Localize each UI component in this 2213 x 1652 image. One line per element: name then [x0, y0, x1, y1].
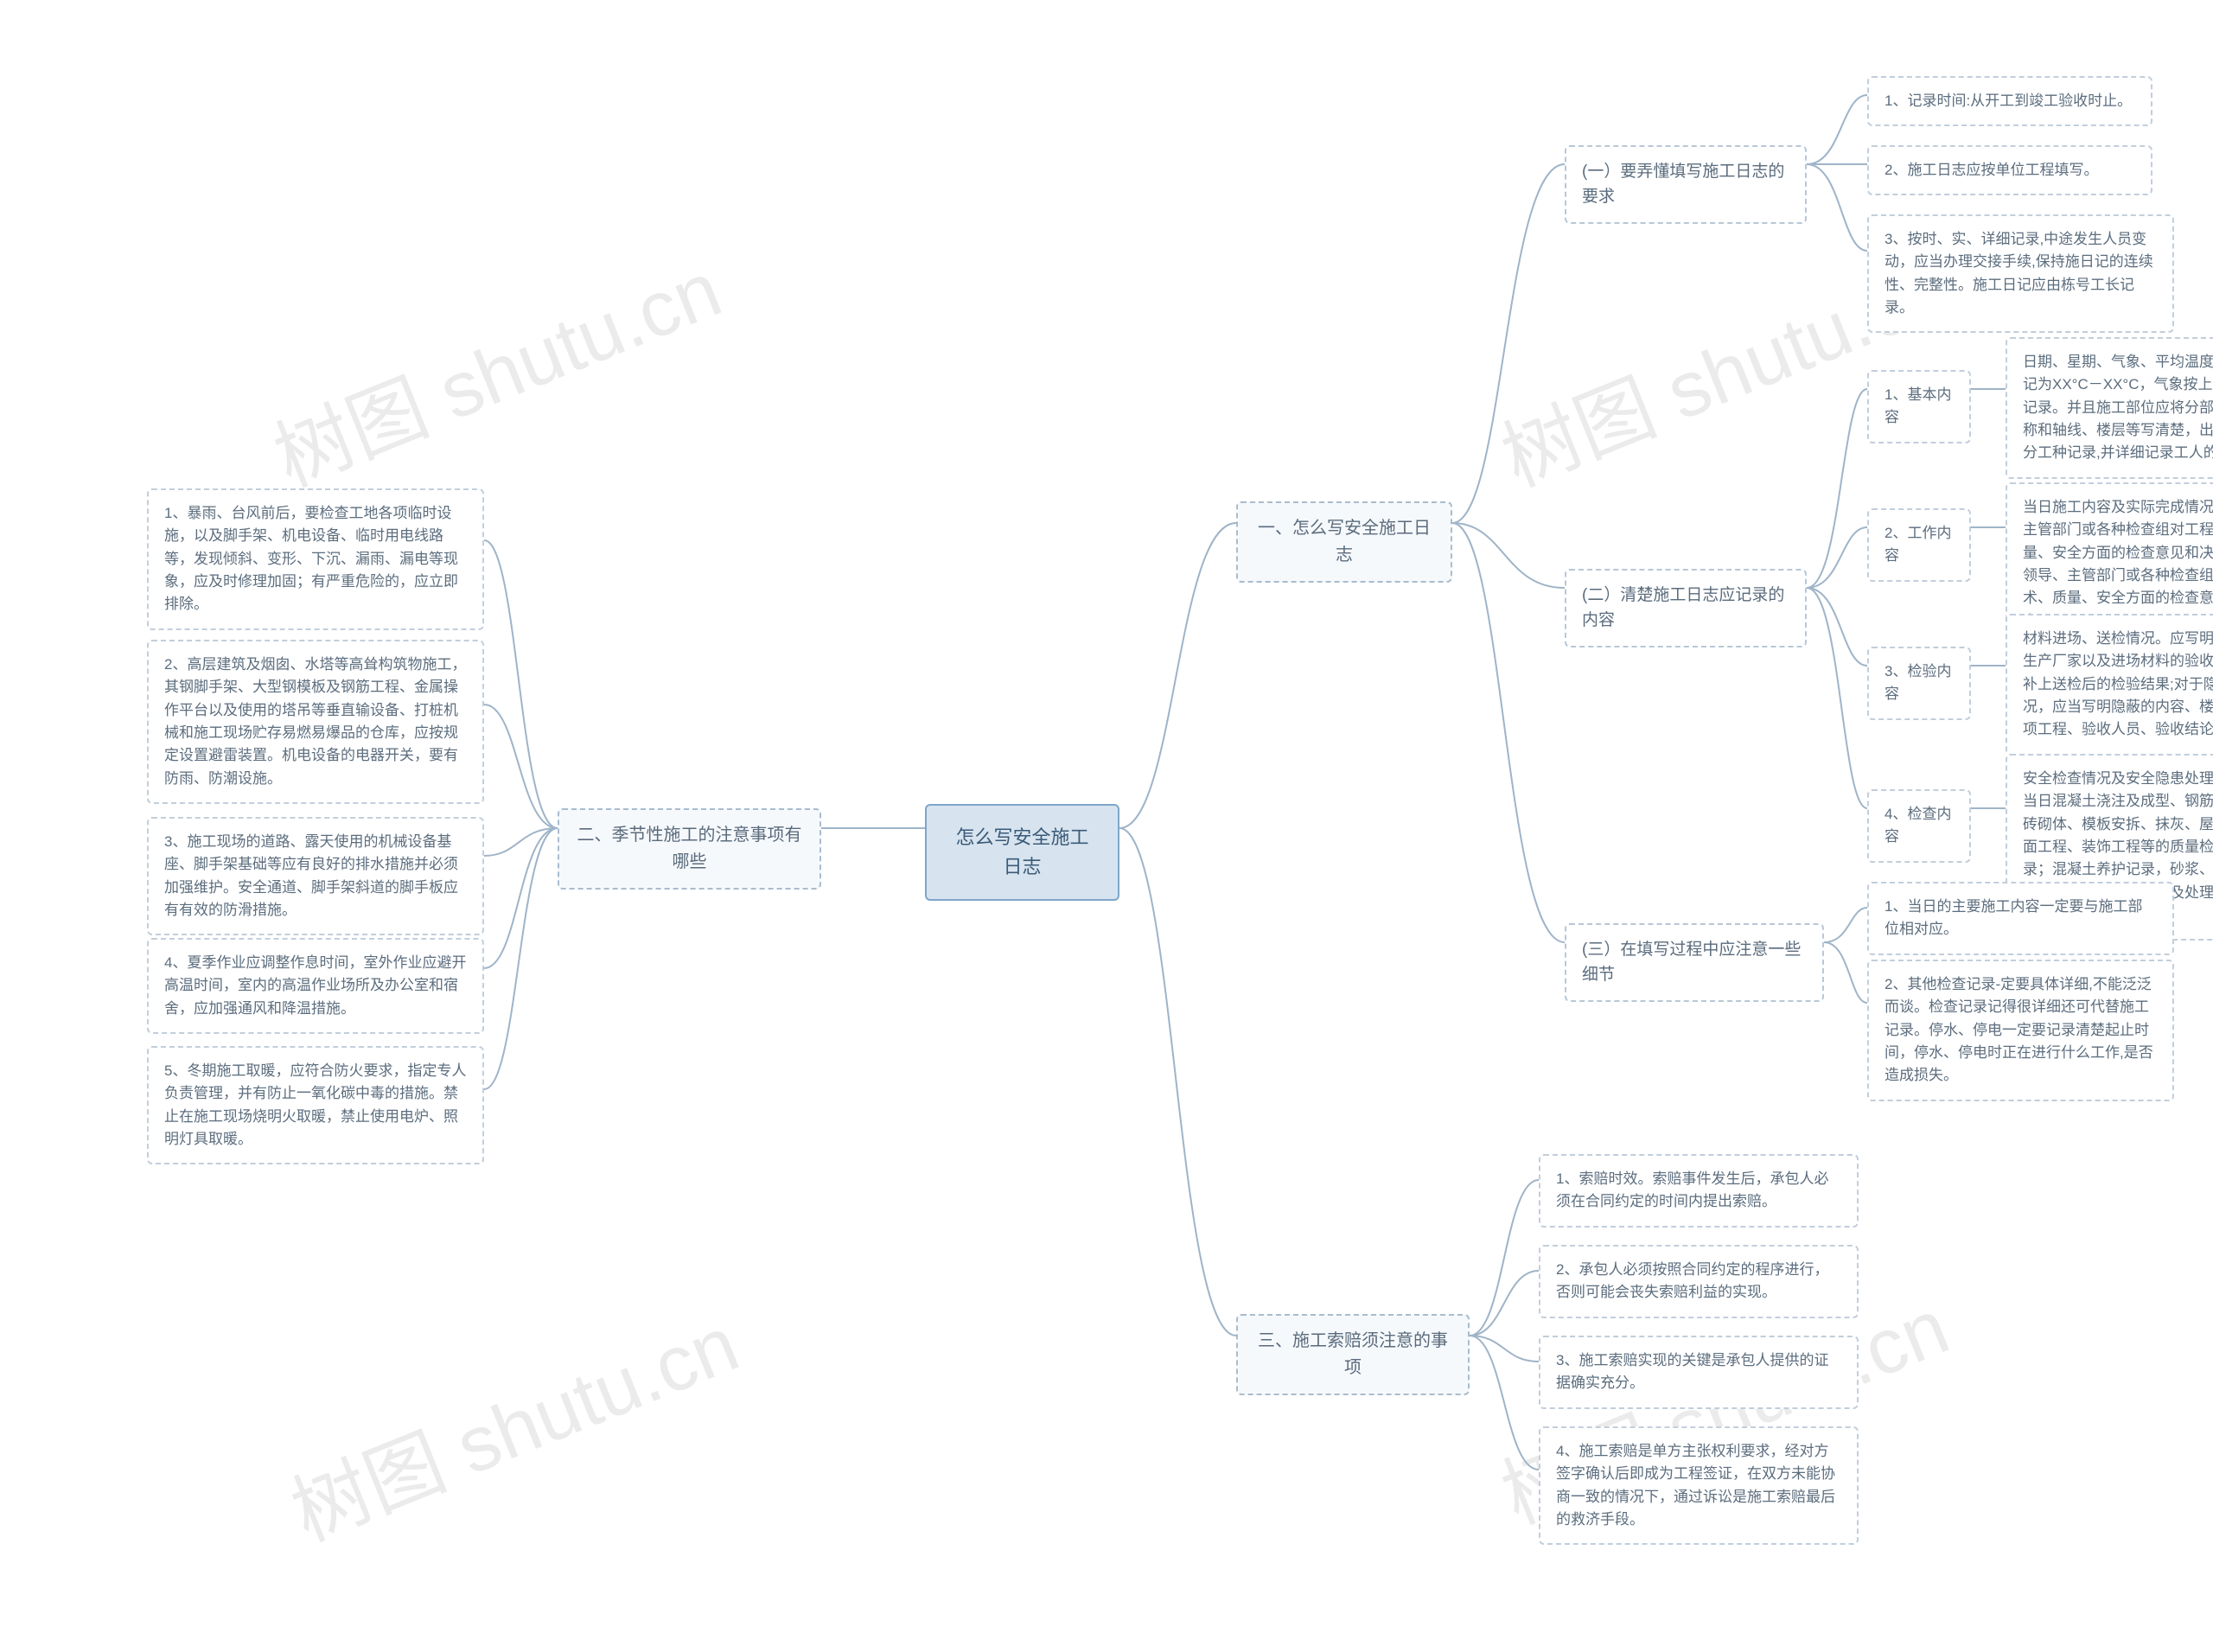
branch-1-sub-3: (三）在填写过程中应注意一些细节	[1565, 923, 1824, 1002]
b1s1-item-3: 3、按时、实、详细记录,中途发生人员变动，应当办理交接手续,保持施日记的连续性、…	[1867, 214, 2174, 333]
branch-1-sub-1: (一）要弄懂填写施工日志的要求	[1565, 145, 1807, 224]
branch-3: 三、施工索赔须注意的事项	[1236, 1314, 1470, 1395]
b3-item-1: 1、索赔时效。索赔事件发生后，承包人必须在合同约定的时间内提出索赔。	[1539, 1154, 1859, 1228]
b2-item-3: 3、施工现场的道路、露天使用的机械设备基座、脚手架基础等应有良好的排水措施并必须…	[147, 817, 484, 935]
b1s2-title-4: 4、检查内容	[1867, 789, 1971, 863]
b2-item-4: 4、夏季作业应调整作息时间，室外作业应避开高温时间，室内的高温作业场所及办公室和…	[147, 938, 484, 1034]
b1s3-item-1: 1、当日的主要施工内容一定要与施工部位相对应。	[1867, 882, 2174, 955]
watermark: 树图 shutu.cn	[256, 227, 735, 508]
b1s2-detail-3: 材料进场、送检情况。应写明批号、数量、生产厂家以及进场材料的验收情况。并且要补上…	[2006, 614, 2213, 756]
root-node: 怎么写安全施工日志	[925, 804, 1119, 901]
watermark: 树图 shutu.cn	[273, 1282, 752, 1563]
branch-1-sub-2: (二）清楚施工日志应记录的内容	[1565, 569, 1807, 647]
b1s2-title-2: 2、工作内容	[1867, 508, 1971, 582]
b3-item-2: 2、承包人必须按照合同约定的程序进行，否则可能会丧失索赔利益的实现。	[1539, 1245, 1859, 1318]
b1s2-title-3: 3、检验内容	[1867, 647, 1971, 720]
b1s3-item-2: 2、其他检查记录-定要具体详细,不能泛泛而谈。检查记录记得很详细还可代替施工记录…	[1867, 960, 2174, 1101]
b3-item-3: 3、施工索赔实现的关键是承包人提供的证据确实充分。	[1539, 1336, 1859, 1409]
b2-item-1: 1、暴雨、台风前后，要检查工地各项临时设施，以及脚手架、机电设备、临时用电线路等…	[147, 488, 484, 630]
b2-item-2: 2、高层建筑及烟囱、水塔等高耸构筑物施工，其钢脚手架、大型钢模板及钢筋工程、金属…	[147, 640, 484, 804]
b2-item-5: 5、冬期施工取暖，应符合防火要求，指定专人负责管理，并有防止一氧化碳中毒的措施。…	[147, 1046, 484, 1164]
branch-2: 二、季节性施工的注意事项有哪些	[558, 808, 821, 890]
b1s2-title-1: 1、基本内容	[1867, 370, 1971, 443]
b1s1-item-1: 1、记录时间:从开工到竣工验收时止。	[1867, 76, 2152, 126]
b1s2-detail-1: 日期、星期、气象、平均温度。平均温度可记为XX°C－XX°C，气象按上午和下午分…	[2006, 337, 2213, 479]
b1s1-item-2: 2、施工日志应按单位工程填写。	[1867, 145, 2152, 195]
b3-item-4: 4、施工索赔是单方主张权利要求，经对方签字确认后即成为工程签证，在双方未能协商一…	[1539, 1426, 1859, 1545]
branch-1: 一、怎么写安全施工日志	[1236, 501, 1452, 583]
